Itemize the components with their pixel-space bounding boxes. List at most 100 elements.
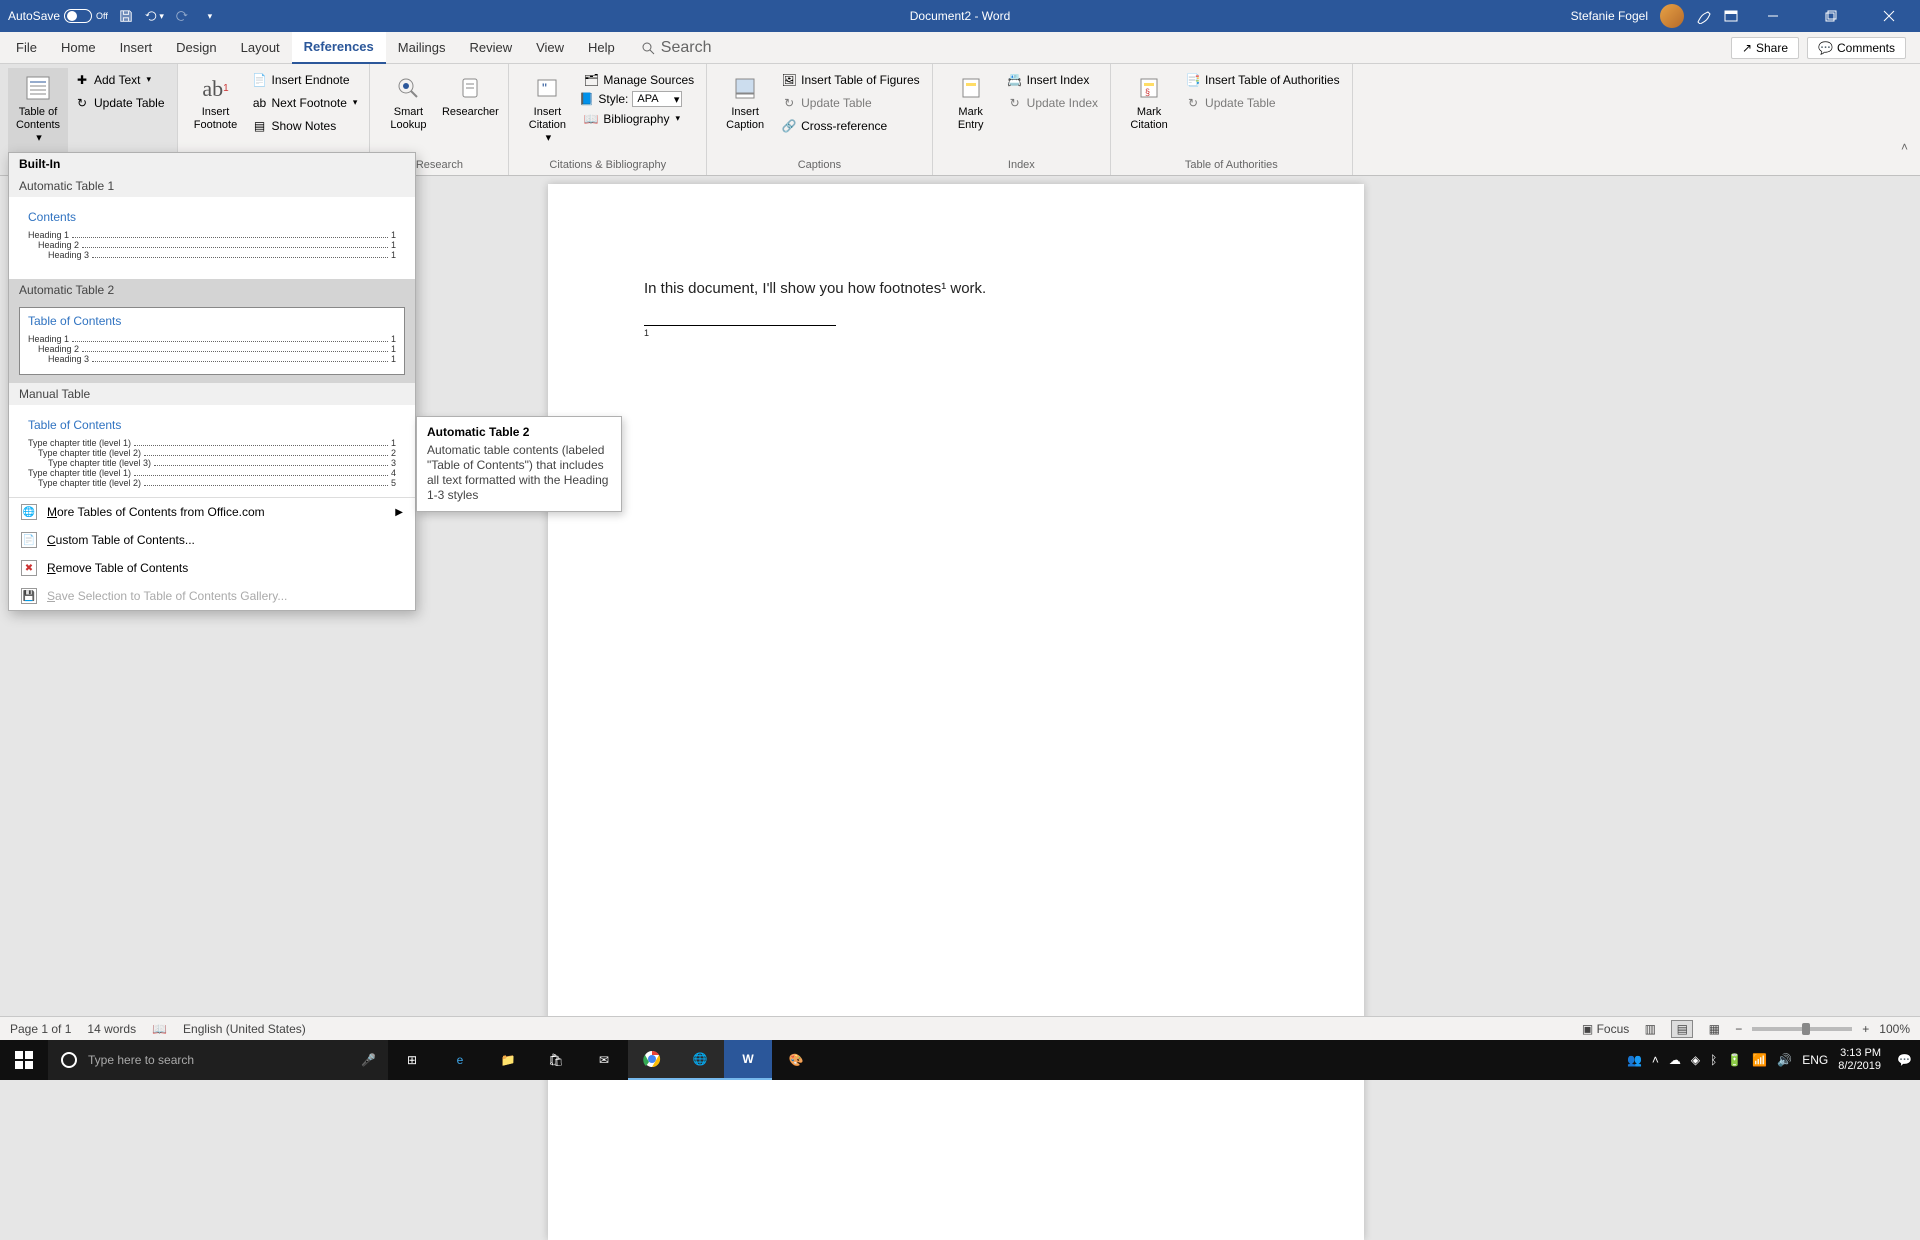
taskbar-store[interactable]: 🛍 bbox=[532, 1040, 580, 1080]
mark-citation-button[interactable]: § Mark Citation bbox=[1119, 68, 1179, 157]
focus-mode-button[interactable]: ▣ Focus bbox=[1582, 1022, 1629, 1036]
table-of-contents-button[interactable]: Table of Contents▾ bbox=[8, 68, 68, 157]
taskbar-explorer[interactable]: 📁 bbox=[484, 1040, 532, 1080]
taskbar-edge[interactable]: e bbox=[436, 1040, 484, 1080]
autosave-toggle[interactable]: AutoSave Off bbox=[8, 9, 108, 23]
start-button[interactable] bbox=[0, 1040, 48, 1080]
researcher-button[interactable]: Researcher bbox=[440, 68, 500, 157]
show-notes-icon: ▤ bbox=[252, 118, 268, 134]
language-indicator[interactable]: ENG bbox=[1802, 1053, 1828, 1067]
next-footnote-button[interactable]: abNext Footnote▾ bbox=[248, 91, 362, 114]
citation-style-select[interactable]: 📘 Style: APA▾ bbox=[579, 91, 698, 107]
tab-insert[interactable]: Insert bbox=[108, 32, 165, 64]
show-notes-button[interactable]: ▤Show Notes bbox=[248, 114, 362, 137]
manage-sources-button[interactable]: 🗂Manage Sources bbox=[579, 68, 698, 91]
taskbar-mail[interactable]: ✉ bbox=[580, 1040, 628, 1080]
status-page[interactable]: Page 1 of 1 bbox=[10, 1022, 71, 1036]
taskbar-search[interactable]: Type here to search 🎤 bbox=[48, 1040, 388, 1080]
task-view-button[interactable]: ⊞ bbox=[388, 1040, 436, 1080]
tab-layout[interactable]: Layout bbox=[229, 32, 292, 64]
user-avatar-icon[interactable] bbox=[1660, 4, 1684, 28]
mic-icon[interactable]: 🎤 bbox=[361, 1053, 376, 1067]
battery-icon[interactable]: 🔋 bbox=[1727, 1053, 1742, 1067]
tab-file[interactable]: File bbox=[4, 32, 49, 64]
zoom-out-button[interactable]: − bbox=[1735, 1022, 1742, 1036]
taskbar-chrome[interactable] bbox=[628, 1040, 676, 1080]
insert-toa-button[interactable]: 📑Insert Table of Authorities bbox=[1181, 68, 1344, 91]
collapse-ribbon-button[interactable]: ˄ bbox=[1901, 140, 1908, 154]
undo-icon[interactable]: ▾ bbox=[144, 6, 164, 26]
add-text-button[interactable]: ✚Add Text▾ bbox=[70, 68, 169, 91]
share-icon: ↗ bbox=[1742, 41, 1752, 55]
close-button[interactable] bbox=[1866, 0, 1912, 32]
share-button[interactable]: ↗Share bbox=[1731, 37, 1799, 59]
update-table-button[interactable]: ↻Update Table bbox=[70, 91, 169, 114]
taskbar-app[interactable]: 🌐 bbox=[676, 1040, 724, 1080]
insert-endnote-button[interactable]: 📄Insert Endnote bbox=[248, 68, 362, 91]
taskbar: Type here to search 🎤 ⊞ e 📁 🛍 ✉ 🌐 W 🎨 👥 … bbox=[0, 1040, 1920, 1080]
status-words[interactable]: 14 words bbox=[87, 1022, 136, 1036]
print-layout-button[interactable]: ▤ bbox=[1671, 1020, 1693, 1038]
ribbon-display-icon[interactable] bbox=[1724, 10, 1738, 22]
update-toa-button[interactable]: ↻Update Table bbox=[1181, 91, 1344, 114]
cross-reference-button[interactable]: 🔗Cross-reference bbox=[777, 114, 924, 137]
footnote-icon: ab1 bbox=[200, 72, 232, 104]
bluetooth-icon[interactable]: ᛒ bbox=[1710, 1053, 1717, 1067]
qat-customize-icon[interactable]: ▾ bbox=[200, 6, 220, 26]
comments-button[interactable]: 💬Comments bbox=[1807, 37, 1906, 59]
dropbox-icon[interactable]: ◈ bbox=[1691, 1053, 1700, 1067]
group-index-label: Index bbox=[941, 157, 1102, 175]
spellcheck-icon[interactable]: 📖 bbox=[152, 1022, 167, 1036]
bibliography-button[interactable]: 📖Bibliography▾ bbox=[579, 107, 698, 130]
zoom-in-button[interactable]: + bbox=[1862, 1022, 1869, 1036]
insert-tof-button[interactable]: 🖼Insert Table of Figures bbox=[777, 68, 924, 91]
dd-option-auto2[interactable]: Automatic Table 2 bbox=[9, 279, 415, 301]
smart-lookup-button[interactable]: Smart Lookup bbox=[378, 68, 438, 157]
zoom-level[interactable]: 100% bbox=[1879, 1022, 1910, 1036]
action-center-icon[interactable]: 💬 bbox=[1897, 1053, 1912, 1067]
insert-footnote-button[interactable]: ab1 Insert Footnote bbox=[186, 68, 246, 157]
update-tof-button[interactable]: ↻Update Table bbox=[777, 91, 924, 114]
maximize-button[interactable] bbox=[1808, 0, 1854, 32]
redo-icon[interactable] bbox=[172, 6, 192, 26]
style-value[interactable]: APA▾ bbox=[632, 91, 682, 107]
tab-review[interactable]: Review bbox=[457, 32, 524, 64]
tray-chevron-icon[interactable]: ˄ bbox=[1652, 1053, 1659, 1067]
dd-more-office[interactable]: 🌐 More Tables of Contents from Office.co… bbox=[9, 498, 415, 526]
mark-entry-button[interactable]: Mark Entry bbox=[941, 68, 1001, 157]
tab-view[interactable]: View bbox=[524, 32, 576, 64]
onedrive-icon[interactable]: ☁ bbox=[1669, 1053, 1681, 1067]
people-icon[interactable]: 👥 bbox=[1627, 1053, 1642, 1067]
dd-custom-toc[interactable]: 📄 Custom Table of Contents... bbox=[9, 526, 415, 554]
insert-index-button[interactable]: 📇Insert Index bbox=[1003, 68, 1102, 91]
taskbar-word[interactable]: W bbox=[724, 1040, 772, 1080]
read-mode-button[interactable]: ▥ bbox=[1639, 1020, 1661, 1038]
web-layout-button[interactable]: ▦ bbox=[1703, 1020, 1725, 1038]
insert-citation-button[interactable]: " Insert Citation▾ bbox=[517, 68, 577, 157]
dd-option-manual[interactable]: Manual Table bbox=[9, 383, 415, 405]
body-text[interactable]: In this document, I'll show you how foot… bbox=[644, 280, 1268, 297]
dd-remove-toc[interactable]: ✖ Remove Table of Contents bbox=[9, 554, 415, 582]
search-box[interactable]: Search bbox=[627, 39, 712, 57]
endnote-icon: 📄 bbox=[252, 72, 268, 88]
user-name[interactable]: Stefanie Fogel bbox=[1571, 9, 1648, 23]
volume-icon[interactable]: 🔊 bbox=[1777, 1053, 1792, 1067]
status-language[interactable]: English (United States) bbox=[183, 1022, 306, 1036]
tab-references[interactable]: References bbox=[292, 32, 386, 64]
minimize-button[interactable] bbox=[1750, 0, 1796, 32]
save-icon[interactable] bbox=[116, 6, 136, 26]
taskbar-clock[interactable]: 3:13 PM 8/2/2019 bbox=[1838, 1047, 1887, 1073]
tab-design[interactable]: Design bbox=[164, 32, 228, 64]
tab-help[interactable]: Help bbox=[576, 32, 627, 64]
drawing-mode-icon[interactable] bbox=[1696, 8, 1712, 24]
insert-caption-button[interactable]: Insert Caption bbox=[715, 68, 775, 157]
dd-option-auto1[interactable]: Automatic Table 1 bbox=[9, 175, 415, 197]
tab-home[interactable]: Home bbox=[49, 32, 108, 64]
zoom-slider[interactable] bbox=[1752, 1027, 1852, 1031]
taskbar-paint[interactable]: 🎨 bbox=[772, 1040, 820, 1080]
wifi-icon[interactable]: 📶 bbox=[1752, 1053, 1767, 1067]
tab-mailings[interactable]: Mailings bbox=[386, 32, 458, 64]
footnote-text[interactable]: 1 bbox=[644, 328, 1268, 338]
page[interactable]: In this document, I'll show you how foot… bbox=[548, 184, 1364, 1240]
update-index-button[interactable]: ↻Update Index bbox=[1003, 91, 1102, 114]
